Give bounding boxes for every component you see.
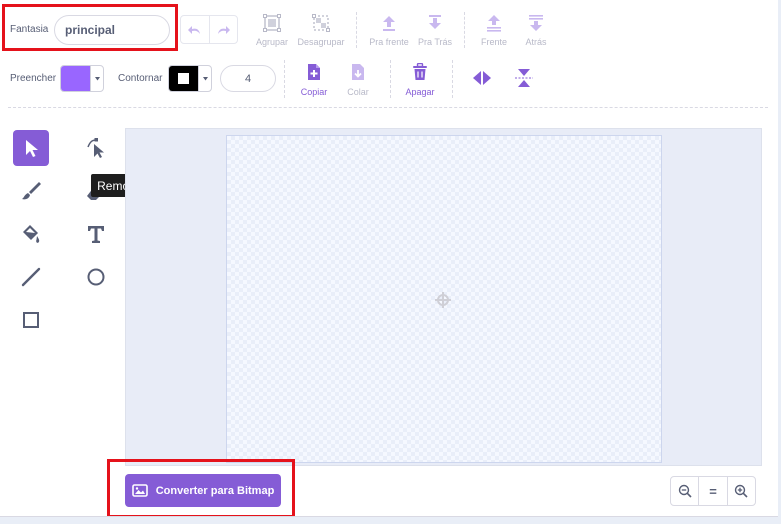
group-label: Agrupar: [255, 37, 289, 47]
select-tool[interactable]: [13, 130, 49, 166]
back-label: Atrás: [525, 37, 547, 47]
separator: [284, 60, 285, 98]
fill-label: Preencher: [10, 73, 57, 84]
zoom-out-button[interactable]: [671, 477, 700, 505]
costume-label: Fantasia: [10, 24, 49, 35]
redo-button[interactable]: [210, 16, 237, 43]
forward-button[interactable]: Pra frente: [367, 12, 411, 50]
fill-tool[interactable]: [13, 216, 49, 252]
backward-label: Pra Trás: [417, 37, 452, 47]
rectangle-icon: [23, 312, 39, 328]
ungroup-button[interactable]: Desagrupar: [294, 12, 348, 50]
fill-color-picker[interactable]: [60, 65, 104, 92]
line-tool[interactable]: [13, 259, 49, 295]
group-icon: [263, 14, 281, 32]
outline-width-input[interactable]: [220, 65, 276, 92]
paste-button[interactable]: Colar: [341, 62, 375, 100]
brush-icon: [22, 182, 41, 200]
text-tool[interactable]: [78, 216, 114, 252]
line-icon: [21, 267, 41, 287]
redo-icon: [218, 25, 231, 34]
brush-tool[interactable]: [13, 173, 49, 209]
caret-down-icon: [94, 76, 100, 80]
text-icon: [88, 226, 104, 243]
canvas-area[interactable]: [125, 128, 762, 466]
flip-vertical-icon: [515, 69, 533, 87]
separator: [390, 60, 391, 98]
ungroup-label: Desagrupar: [297, 37, 345, 47]
undo-icon: [187, 25, 200, 34]
flip-vertical-button[interactable]: [512, 66, 536, 90]
convert-to-bitmap-button[interactable]: Converter para Bitmap: [125, 474, 281, 507]
front-button[interactable]: Frente: [474, 12, 514, 50]
delete-button[interactable]: Apagar: [402, 62, 438, 100]
undo-redo-group: [180, 15, 238, 44]
zoom-controls: =: [670, 476, 756, 506]
rectangle-tool[interactable]: [13, 302, 49, 338]
forward-label: Pra frente: [369, 37, 409, 47]
copy-button[interactable]: Copiar: [297, 62, 331, 100]
outline-color-picker[interactable]: [168, 65, 212, 92]
reshape-icon: [87, 138, 104, 158]
circle-icon: [87, 268, 105, 286]
separator: [356, 12, 357, 48]
toolbar-divider: [8, 107, 768, 108]
reshape-tool[interactable]: [78, 130, 114, 166]
separator: [464, 12, 465, 48]
outline-label: Contornar: [118, 73, 163, 84]
undo-button[interactable]: [181, 16, 210, 43]
flip-horizontal-button[interactable]: [470, 66, 494, 90]
image-icon: [131, 484, 148, 497]
arrow-up-icon: [383, 16, 395, 31]
bring-to-front-icon: [487, 15, 501, 32]
convert-label: Converter para Bitmap: [155, 484, 275, 497]
send-to-back-icon: [529, 15, 543, 31]
cursor-icon: [26, 140, 38, 157]
paint-bucket-icon: [23, 225, 40, 243]
copy-icon: [308, 64, 320, 80]
zoom-in-button[interactable]: [728, 477, 755, 505]
zoom-out-icon: [678, 484, 692, 498]
center-crosshair-icon: [435, 292, 451, 308]
drawing-stage[interactable]: [226, 135, 662, 463]
delete-label: Apagar: [405, 87, 435, 97]
zoom-reset-button[interactable]: =: [699, 477, 728, 505]
trash-icon: [413, 63, 427, 80]
flip-horizontal-icon: [473, 69, 491, 87]
zoom-reset-label: =: [709, 483, 717, 499]
paste-label: Colar: [347, 87, 369, 97]
paste-icon: [352, 64, 364, 80]
outline-dropdown[interactable]: [198, 66, 211, 91]
fill-color-swatch: [61, 66, 90, 91]
front-label: Frente: [480, 37, 507, 47]
back-button[interactable]: Atrás: [516, 12, 556, 50]
caret-down-icon: [202, 76, 208, 80]
group-button[interactable]: Agrupar: [252, 12, 292, 50]
separator: [452, 60, 453, 98]
backward-button[interactable]: Pra Trás: [414, 12, 456, 50]
costume-name-input[interactable]: [54, 15, 170, 45]
zoom-in-icon: [735, 484, 748, 498]
circle-tool[interactable]: [78, 259, 114, 295]
fill-dropdown[interactable]: [90, 66, 103, 91]
arrow-down-icon: [429, 15, 441, 29]
outline-color-swatch: [169, 66, 198, 91]
copy-label: Copiar: [300, 87, 328, 97]
ungroup-icon: [312, 14, 330, 32]
